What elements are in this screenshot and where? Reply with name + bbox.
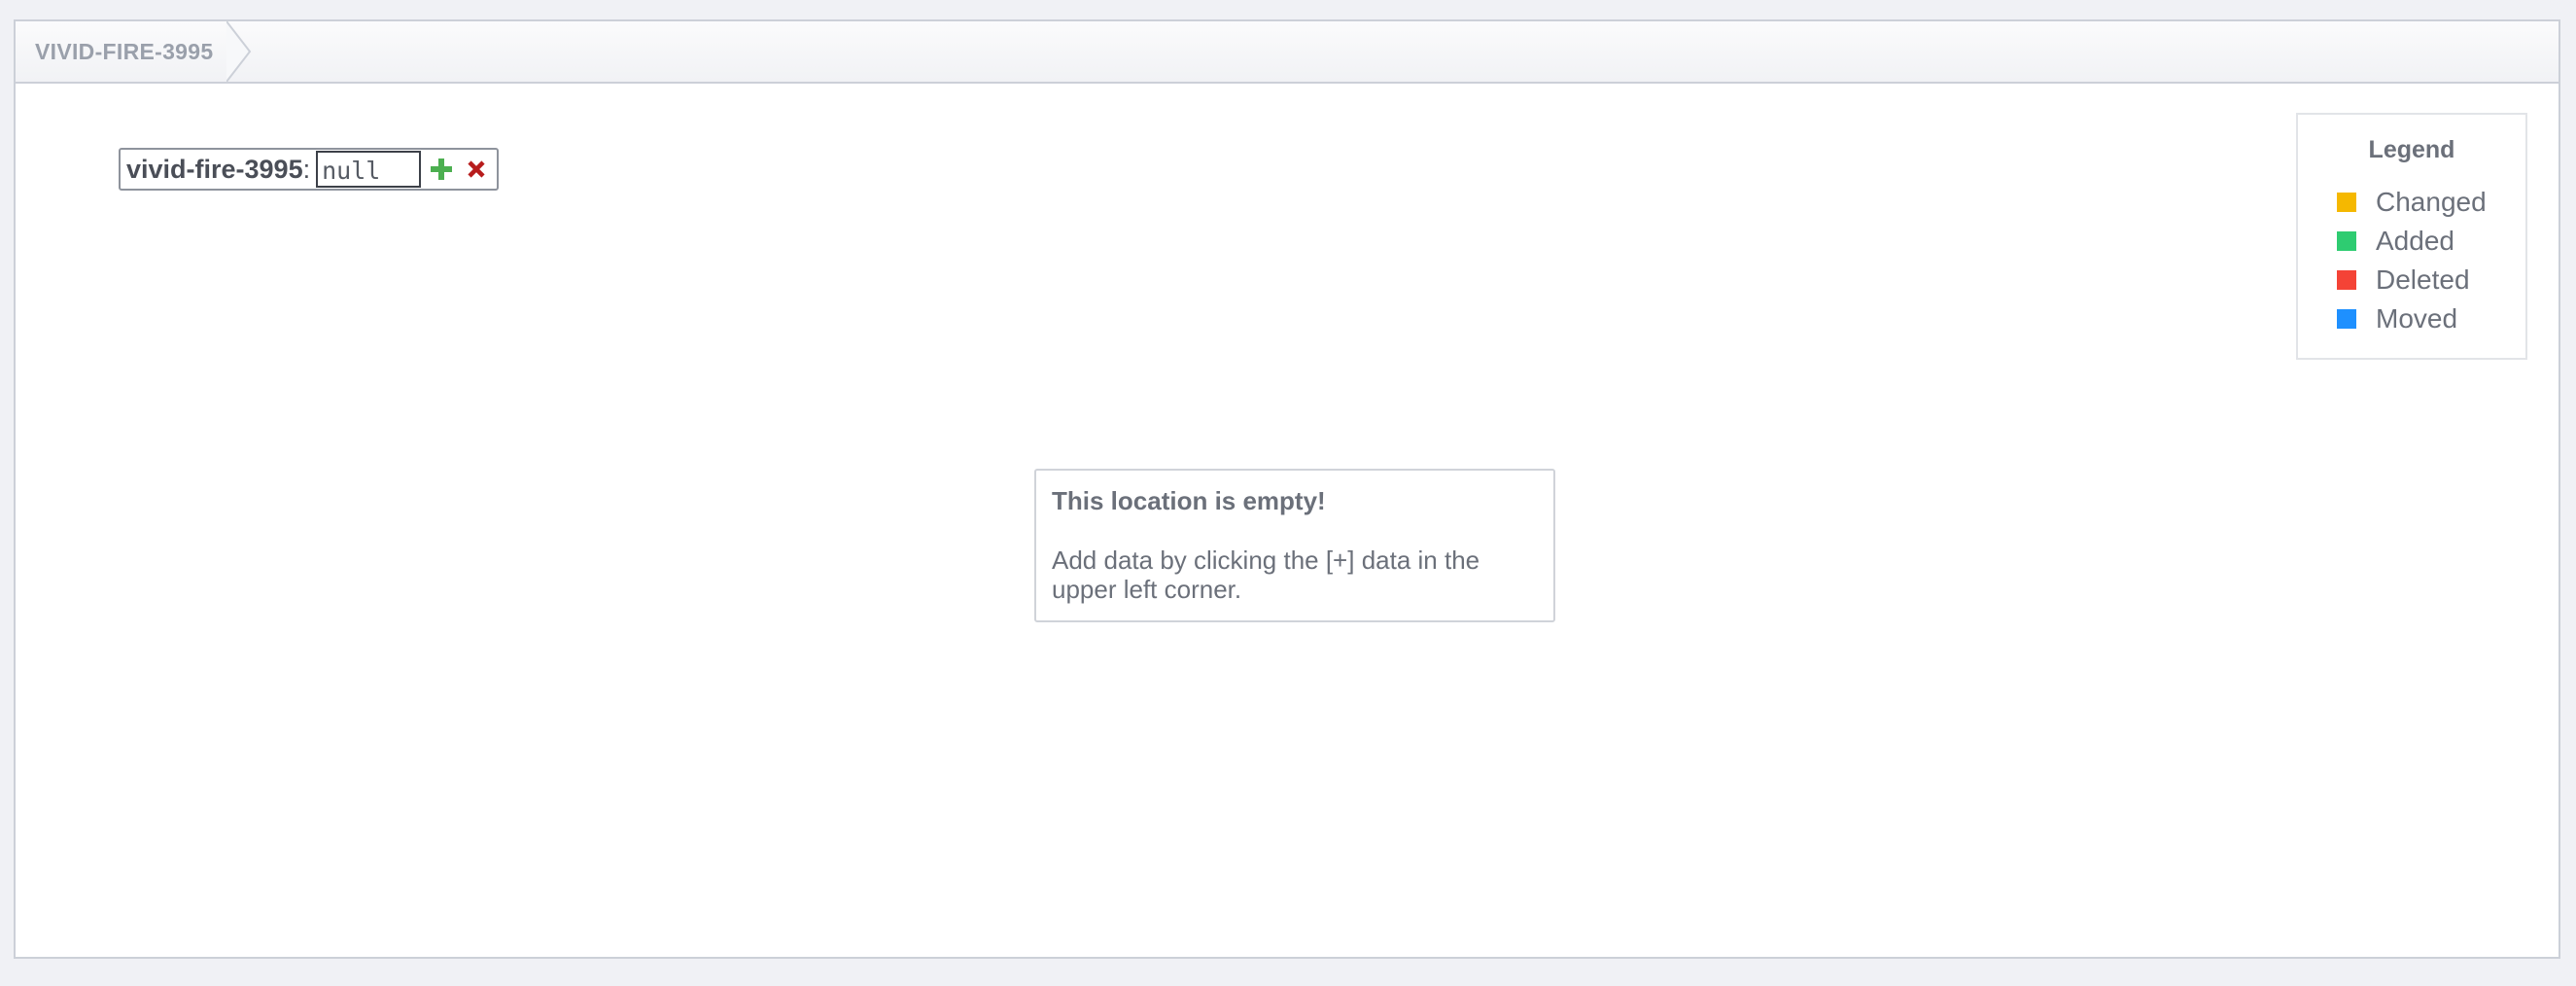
legend-label: Changed	[2376, 187, 2487, 217]
empty-message-title: This location is empty!	[1052, 486, 1326, 515]
legend-swatch-changed	[2337, 193, 2356, 212]
legend-label: Moved	[2376, 303, 2458, 334]
empty-message-text: Add data by clicking the [+] data in the…	[1052, 546, 1480, 604]
legend-item-changed: Changed	[2337, 183, 2487, 222]
close-icon	[468, 160, 485, 178]
node-value-input[interactable]	[316, 151, 422, 188]
breadcrumb-separator-icon	[226, 21, 252, 82]
breadcrumb-item-root[interactable]: VIVID-FIRE-3995	[16, 39, 226, 65]
node-key[interactable]: vivid-fire-3995	[126, 155, 303, 185]
legend: Legend Changed Added Deleted Moved	[2296, 113, 2527, 360]
legend-title: Legend	[2368, 136, 2455, 163]
legend-label: Deleted	[2376, 264, 2470, 295]
legend-swatch-added	[2337, 231, 2356, 251]
legend-item-moved: Moved	[2337, 299, 2487, 338]
legend-items: Changed Added Deleted Moved	[2337, 183, 2487, 338]
main-panel: VIVID-FIRE-3995 vivid-fire-3995 : Legend	[14, 19, 2560, 959]
add-child-button[interactable]	[427, 155, 456, 184]
legend-swatch-moved	[2337, 309, 2356, 329]
empty-location-message: This location is empty! Add data by clic…	[1034, 469, 1555, 622]
breadcrumb[interactable]: VIVID-FIRE-3995	[16, 21, 256, 82]
legend-label: Added	[2376, 226, 2454, 256]
legend-item-deleted: Deleted	[2337, 261, 2487, 299]
plus-icon	[431, 158, 453, 180]
breadcrumb-bar: VIVID-FIRE-3995	[16, 21, 2559, 84]
remove-node-button[interactable]	[462, 155, 491, 184]
node-key-separator: :	[302, 154, 311, 184]
legend-swatch-deleted	[2337, 270, 2356, 290]
root-node-editor: vivid-fire-3995 :	[119, 148, 500, 191]
legend-item-added: Added	[2337, 222, 2487, 261]
